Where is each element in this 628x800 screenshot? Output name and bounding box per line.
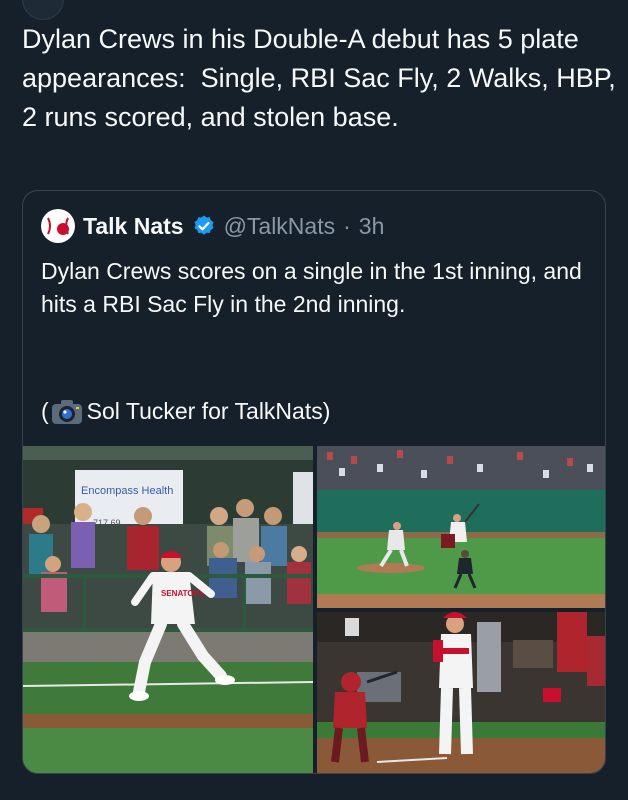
photo-credit: ( Sol Tucker for TalkNats) (41, 395, 330, 428)
quoted-tweet-header: Talk Nats @TalkNats · 3h (41, 208, 384, 244)
verified-badge-icon (192, 214, 216, 238)
tweet-text: Dylan Crews in his Double-A debut has 5 … (22, 24, 624, 132)
sign-encompass-health: Encompass Health (81, 485, 173, 497)
svg-text:SENATORS: SENATORS (161, 589, 205, 598)
photo-baserunner[interactable]: Encompass Health 717.69 SENATORS (23, 446, 313, 773)
credit-open-paren: ( (41, 398, 49, 424)
author-avatar[interactable] (22, 0, 64, 20)
media-grid: Encompass Health 717.69 SENATORS (23, 446, 605, 773)
credit-text: Sol Tucker for TalkNats) (86, 398, 331, 424)
quoted-author-avatar[interactable] (41, 209, 75, 243)
camera-icon (51, 399, 83, 425)
photo-wide-field[interactable] (317, 446, 605, 608)
quoted-author-handle[interactable]: @TalkNats (224, 213, 336, 240)
quoted-tweet-timestamp[interactable]: 3h (359, 213, 385, 240)
quoted-tweet-card[interactable]: Talk Nats @TalkNats · 3h Dylan Crews sco… (22, 190, 606, 774)
quoted-tweet-text: Dylan Crews scores on a single in the 1s… (41, 258, 589, 317)
header-separator: · (343, 212, 351, 239)
photo-batter-at-plate[interactable] (317, 612, 605, 773)
quoted-author-name[interactable]: Talk Nats (83, 213, 184, 240)
